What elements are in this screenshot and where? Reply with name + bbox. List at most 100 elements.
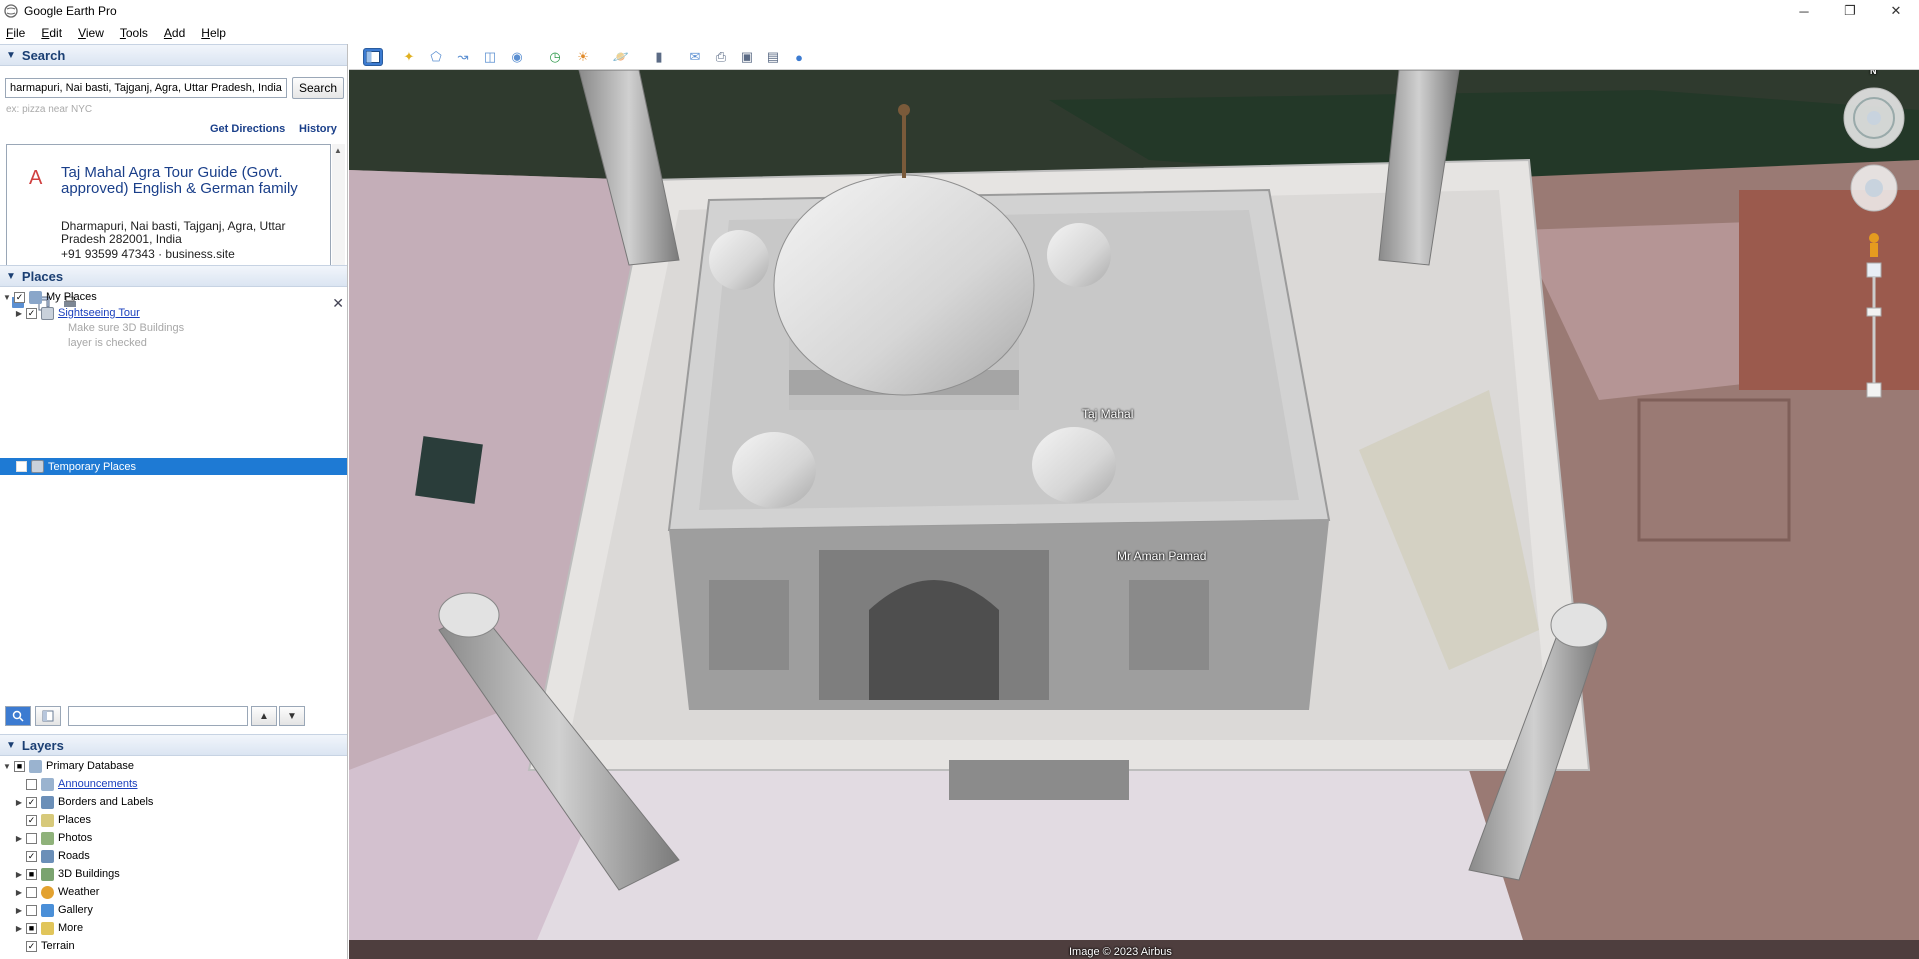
sunlight-icon: ☀ — [577, 49, 589, 64]
places-search-input[interactable] — [68, 706, 248, 726]
imagery-attribution: Image © 2023 Airbus — [1069, 946, 1172, 958]
layer-more[interactable]: ▶ ■ More — [14, 920, 83, 936]
minimize-button[interactable]: ─ — [1781, 0, 1827, 22]
collapse-triangle-icon: ▼ — [6, 270, 16, 282]
layer-weather[interactable]: ▶ Weather — [14, 884, 99, 900]
tree-item-sightseeing-tour[interactable]: ▶ ✓ Sightseeing Tour — [14, 305, 140, 321]
zoom-slider[interactable] — [1866, 262, 1882, 398]
search-hint: ex: pizza near NYC — [6, 104, 93, 115]
checkbox-weather[interactable] — [26, 886, 37, 898]
layer-gallery[interactable]: ▶ Gallery — [14, 902, 93, 918]
search-input[interactable]: harmapuri, Nai basti, Tajganj, Agra, Utt… — [5, 78, 287, 98]
checkbox-terrain[interactable]: ✓ — [26, 940, 37, 952]
layer-borders-and-labels[interactable]: ▶ ✓ Borders and Labels — [14, 794, 153, 810]
menu-bar: File Edit View Tools Add Help — [0, 22, 1919, 44]
result-address: Dharmapuri, Nai basti, Tajganj, Agra, Ut… — [61, 219, 286, 246]
map-label-taj-mahal[interactable]: Taj Mahal — [1082, 407, 1133, 421]
expand-arrow-icon[interactable]: ▶ — [14, 798, 24, 807]
tree-item-temporary-places[interactable]: Temporary Places — [0, 458, 347, 475]
menu-tools[interactable]: Tools — [120, 26, 148, 40]
checkbox-more[interactable]: ■ — [26, 922, 37, 934]
expand-arrow-icon[interactable]: ▶ — [14, 834, 24, 843]
layer-3d-buildings[interactable]: ▶ ■ 3D Buildings — [14, 866, 120, 882]
collapse-triangle-icon: ▼ — [6, 739, 16, 751]
overlay-icon: ◫ — [483, 49, 497, 64]
move-up-button[interactable]: ▲ — [251, 706, 277, 726]
checkbox-borders-and-labels[interactable]: ✓ — [26, 796, 37, 808]
print-button[interactable]: ⎙ — [711, 48, 731, 66]
earth-button[interactable]: ● — [789, 48, 809, 66]
get-directions-link[interactable]: Get Directions — [210, 123, 285, 135]
record-tour-button[interactable]: ◉ — [507, 48, 527, 66]
move-down-button[interactable]: ▼ — [279, 706, 305, 726]
placemark-button[interactable]: ✦ — [399, 48, 419, 66]
result-title-link[interactable]: Taj Mahal Agra Tour Guide (Govt. approve… — [61, 165, 323, 197]
menu-edit[interactable]: Edit — [41, 26, 62, 40]
checkbox-primary-database[interactable]: ■ — [14, 760, 25, 772]
checkbox-gallery[interactable] — [26, 904, 37, 916]
expand-arrow-icon[interactable]: ▶ — [14, 888, 24, 897]
save-image-button[interactable]: ▣ — [737, 48, 757, 66]
layer-terrain[interactable]: ✓ Terrain — [26, 938, 75, 954]
view-in-maps-button[interactable]: ▤ — [763, 48, 783, 66]
scroll-up-icon[interactable]: ▲ — [334, 146, 342, 155]
search-places-button[interactable] — [5, 706, 31, 726]
close-window-button[interactable]: ✕ — [1873, 0, 1919, 22]
sidebar-toggle-button[interactable] — [363, 48, 383, 66]
polygon-button[interactable]: ⬠ — [426, 48, 446, 66]
map-label-mr-aman-pamad[interactable]: Mr Aman Pamad — [1117, 549, 1206, 563]
restore-button[interactable]: ❐ — [1827, 0, 1873, 22]
checkbox-3d-buildings[interactable]: ■ — [26, 868, 37, 880]
checkbox-my-places[interactable]: ✓ — [14, 291, 25, 303]
move-joystick-icon[interactable] — [1850, 164, 1898, 212]
places-panel-header[interactable]: ▼ Places — [0, 265, 347, 287]
checkbox-places[interactable]: ✓ — [26, 814, 37, 826]
expand-arrow-icon[interactable]: ▶ — [14, 309, 24, 318]
checkbox-announcements[interactable] — [26, 778, 37, 790]
menu-help[interactable]: Help — [201, 26, 226, 40]
tree-item-note: Make sure 3D Buildings — [68, 322, 185, 334]
expand-arrow-icon[interactable]: ▼ — [2, 762, 12, 771]
layer-roads[interactable]: ✓ Roads — [26, 848, 90, 864]
collapse-triangle-icon: ▼ — [6, 49, 16, 61]
expand-arrow-icon[interactable]: ▶ — [14, 906, 24, 915]
layers-panel-header[interactable]: ▼ Layers — [0, 734, 347, 756]
menu-add[interactable]: Add — [164, 26, 185, 40]
expand-arrow-icon[interactable]: ▶ — [14, 924, 24, 933]
result-marker-icon[interactable]: A — [29, 167, 42, 190]
expand-arrow-icon[interactable]: ▼ — [2, 293, 12, 302]
history-link[interactable]: History — [299, 123, 337, 135]
search-button[interactable]: Search — [292, 77, 344, 99]
checkbox-sightseeing-tour[interactable]: ✓ — [26, 307, 37, 319]
checkbox-roads[interactable]: ✓ — [26, 850, 37, 862]
historical-imagery-button[interactable]: ◷ — [545, 48, 565, 66]
path-button[interactable]: ↝ — [453, 48, 473, 66]
menu-file[interactable]: File — [6, 26, 25, 40]
navigation-controls — [1843, 87, 1905, 398]
map-view[interactable]: Taj Mahal Mr Aman Pamad Image © 2023 Air… — [349, 70, 1919, 959]
checkbox-temporary-places[interactable] — [16, 461, 27, 472]
layer-primary-database[interactable]: ▼ ■ Primary Database — [2, 758, 134, 774]
sun-button[interactable]: ☀ — [573, 48, 593, 66]
path-icon: ↝ — [457, 49, 469, 64]
layer-photos[interactable]: ▶ Photos — [14, 830, 92, 846]
planet-icon: 🪐 — [612, 49, 630, 64]
tree-item-note-2: layer is checked — [68, 337, 147, 349]
search-panel-header[interactable]: ▼ Search — [0, 44, 347, 66]
clear-search-button[interactable]: ✕ — [332, 295, 344, 312]
ruler-button[interactable]: ▮ — [649, 48, 669, 66]
aerial-3d-view — [349, 70, 1919, 959]
layer-places[interactable]: ✓ Places — [26, 812, 91, 828]
street-view-pegman-icon[interactable] — [1869, 233, 1879, 257]
checkbox-photos[interactable] — [26, 832, 37, 844]
email-button[interactable]: ✉ — [685, 48, 705, 66]
look-compass-icon[interactable] — [1843, 87, 1905, 149]
layer-announcements[interactable]: Announcements — [26, 776, 138, 792]
tree-item-my-places[interactable]: ▼ ✓ My Places — [2, 289, 97, 305]
toggle-panel-button[interactable] — [35, 706, 61, 726]
menu-view[interactable]: View — [78, 26, 104, 40]
expand-arrow-icon[interactable]: ▶ — [14, 870, 24, 879]
image-overlay-button[interactable]: ◫ — [480, 48, 500, 66]
earth-globe-icon: ● — [795, 49, 803, 65]
planets-button[interactable]: 🪐 — [611, 48, 631, 66]
